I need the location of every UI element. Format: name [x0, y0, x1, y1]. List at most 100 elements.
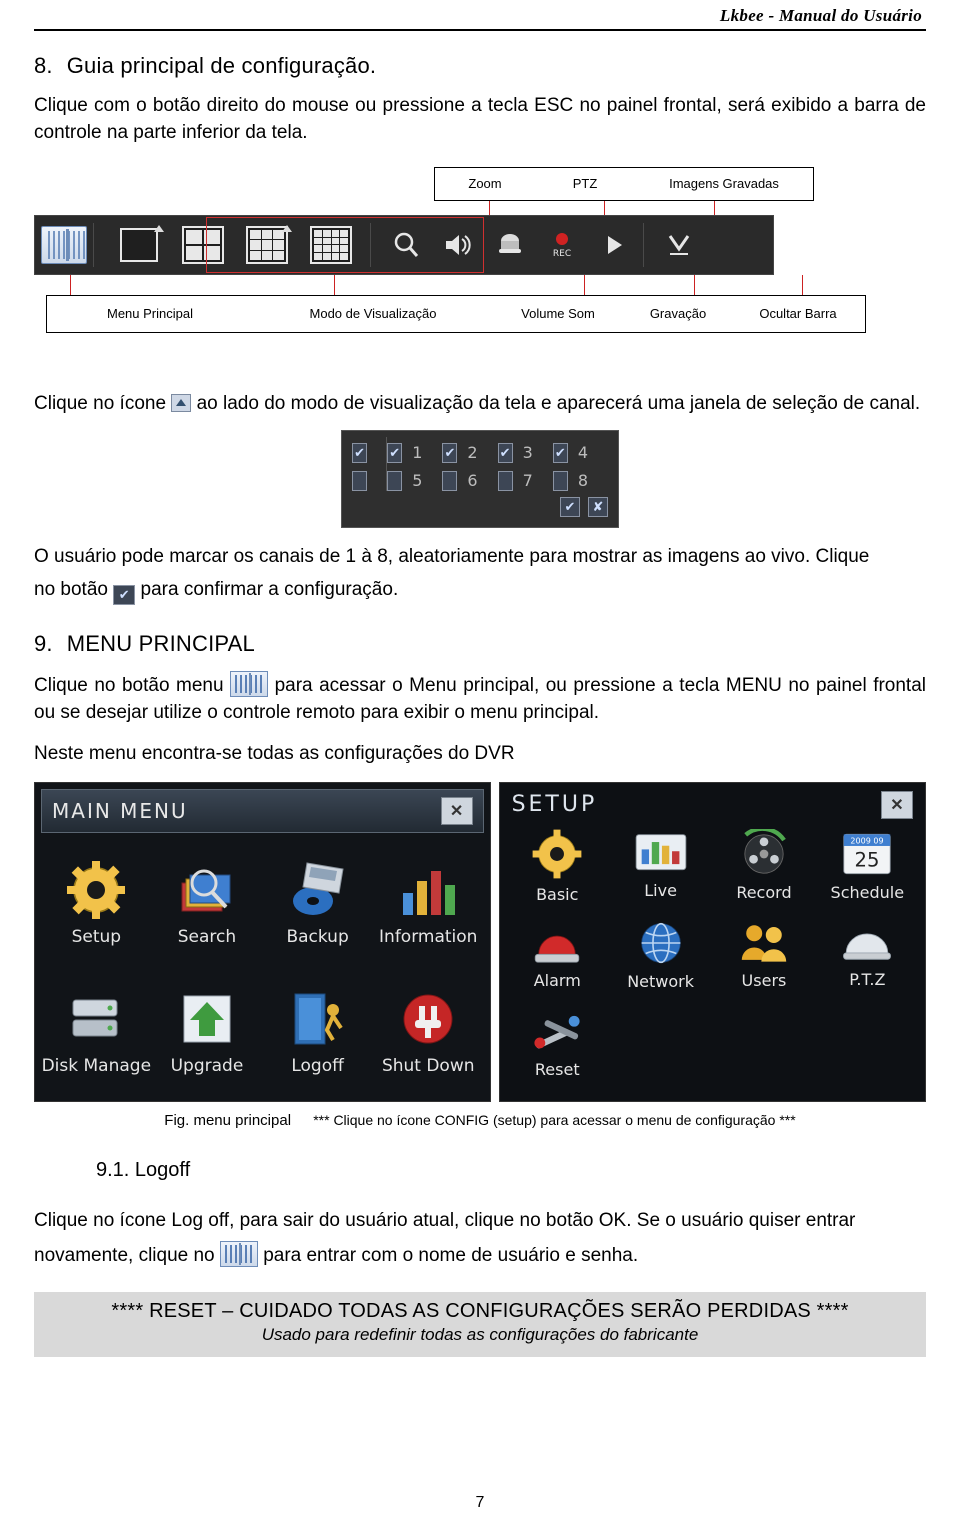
checkbox-ch5[interactable]: ✔ — [387, 470, 403, 491]
hide-bar-button[interactable] — [656, 223, 702, 267]
checkbox-ch4[interactable]: ✔ — [552, 442, 568, 463]
main-menu-title-bar: MAIN MENU ✕ — [41, 788, 484, 833]
confirm-button[interactable]: ✔ — [560, 496, 580, 517]
channel-label-8: 8 — [577, 471, 589, 491]
figure-caption-label: Fig. menu principal — [164, 1111, 292, 1129]
caret-up-icon[interactable] — [154, 224, 164, 232]
setup-item-record-label: Record — [736, 882, 792, 902]
channel-divider — [386, 436, 387, 491]
section-8-heading: 8. Guia principal de configuração. — [34, 53, 926, 79]
callout-recorded-images-label: Imagens Gravadas — [669, 176, 779, 192]
setup-item-alarm[interactable]: Alarm — [506, 910, 609, 999]
logoff-instruction-before: novamente, clique no — [34, 1244, 215, 1266]
setup-item-network-label: Network — [627, 972, 694, 992]
channel-label-7: 7 — [522, 471, 533, 491]
channel-label-4: 4 — [577, 443, 589, 463]
figure-caption: Fig. menu principal *** Clique no ícone … — [34, 1112, 926, 1129]
header-divider — [34, 29, 926, 31]
hide-bar-icon — [668, 235, 690, 255]
toolbar-bottom-callout: Menu Principal Modo de Visualização Volu… — [46, 294, 866, 333]
record-button[interactable]: REC — [539, 223, 585, 267]
setup-item-schedule-label: Schedule — [830, 882, 905, 902]
setup-item-live[interactable]: Live — [609, 821, 712, 910]
setup-item-schedule[interactable]: 2009 09 25 Schedule — [816, 821, 919, 910]
setup-item-users[interactable]: Users — [712, 910, 815, 999]
channel-label-6: 6 — [467, 471, 478, 491]
single-view-button[interactable] — [116, 223, 164, 267]
menu-item-shutdown[interactable]: Shut Down — [373, 968, 484, 1097]
cancel-button[interactable]: ✘ — [588, 496, 608, 517]
login-menu-icon[interactable] — [219, 1240, 258, 1267]
section-91-paragraph-line1: Clique no ícone Log off, para sair do us… — [34, 1209, 856, 1231]
checkbox-ch8[interactable]: ✔ — [552, 470, 568, 491]
checkbox-ch1[interactable]: ✔ — [387, 442, 403, 463]
playback-button[interactable] — [591, 223, 637, 267]
setup-item-ptz[interactable]: P.T.Z — [816, 910, 919, 999]
section-91-heading: 9.1. Logoff — [96, 1159, 926, 1182]
callout-ptz-label: PTZ — [572, 176, 598, 192]
channel-select-icon[interactable] — [171, 393, 192, 412]
section-8-title: Guia principal de configuração. — [66, 53, 377, 78]
bar-separator — [93, 222, 94, 267]
svg-text:25: 25 — [855, 848, 880, 871]
main-menu-button[interactable] — [41, 223, 88, 267]
channel-instruction-before: Clique no ícone — [34, 392, 167, 414]
menu-item-backup[interactable]: Backup — [262, 839, 373, 968]
menu-item-logoff[interactable]: Logoff — [262, 968, 373, 1097]
setup-close-icon[interactable]: ✕ — [881, 790, 913, 819]
checkbox-ch7[interactable]: ✔ — [497, 470, 513, 491]
setup-item-network[interactable]: Network — [609, 910, 712, 999]
confirm-before: no botão — [34, 578, 108, 600]
alarm-siren-icon — [535, 935, 580, 963]
checkbox-all[interactable]: ✔ — [352, 442, 368, 463]
tools-icon — [534, 1015, 580, 1049]
checkbox-ch6[interactable]: ✔ — [442, 470, 458, 491]
menu-button-icon[interactable] — [230, 670, 269, 697]
toolbar-figure: Zoom PTZ Imagens Gravadas REC Menu Princ… — [34, 166, 926, 387]
section-9-paragraph-1: Clique no botão menu para acessar o Menu… — [34, 670, 926, 727]
callout-record-label: Gravação — [649, 306, 707, 322]
users-icon — [741, 925, 787, 962]
hard-disk-icon — [65, 988, 127, 1050]
gear-icon-2 — [532, 829, 582, 879]
setup-item-record[interactable]: Record — [712, 821, 815, 910]
channel-select-dialog[interactable]: ✔ ✔ 1 ✔ 2 ✔ 3 ✔ 4 ✔ ✔ 5 ✔ 6 ✔ 7 ✔ 8 ✔ ✘ — [341, 429, 619, 528]
menu-item-setup[interactable]: Setup — [41, 839, 152, 968]
single-view-icon — [120, 227, 158, 262]
callout-zoom-label: Zoom — [468, 176, 502, 192]
main-menu-window[interactable]: MAIN MENU ✕ Setup Search Backup Informat… — [34, 781, 491, 1102]
setup-item-basic[interactable]: Basic — [506, 821, 609, 910]
setup-menu-window[interactable]: SETUP ✕ Basic Live Record 2009 09 25 Sch… — [498, 781, 926, 1102]
leader-line-volume — [584, 274, 585, 295]
menu-item-upgrade[interactable]: Upgrade — [152, 968, 263, 1097]
checkbox-ch2[interactable]: ✔ — [442, 442, 458, 463]
reset-warning-box: **** RESET – CUIDADO TODAS AS CONFIGURAÇ… — [34, 1291, 926, 1357]
menu-item-information[interactable]: Information — [373, 839, 484, 968]
main-menu-icon — [41, 225, 88, 264]
confirm-after: para confirmar a configuração. — [140, 578, 399, 600]
close-icon[interactable]: ✕ — [440, 796, 473, 825]
confirm-check-icon[interactable]: ✔ — [113, 584, 136, 605]
channel-row-2: ✔ ✔ 5 ✔ 6 ✔ 7 ✔ 8 — [352, 467, 608, 495]
setup-empty-cell-3 — [816, 999, 919, 1088]
bar-chart-icon — [397, 859, 459, 921]
menu-item-search[interactable]: Search — [152, 839, 263, 968]
setup-item-reset-label: Reset — [534, 1059, 580, 1079]
checkbox-ch3[interactable]: ✔ — [497, 442, 513, 463]
checkbox-none[interactable]: ✔ — [352, 470, 368, 491]
upload-arrow-icon — [176, 988, 238, 1050]
setup-empty-cell-2 — [712, 999, 815, 1088]
film-reel-icon — [744, 828, 786, 874]
setup-menu-header: SETUP ✕ — [506, 789, 919, 819]
figure-caption-note: *** Clique no ícone CONFIG (setup) para … — [313, 1111, 796, 1128]
leader-line-hide — [802, 274, 803, 295]
document-page: Lkbee - Manual do Usuário 8. Guia princip… — [0, 0, 960, 1526]
channel-dialog-actions: ✔ ✘ — [352, 496, 608, 517]
ptz-button[interactable] — [487, 223, 533, 267]
setup-item-reset[interactable]: Reset — [506, 999, 609, 1088]
bar-separator-3 — [643, 222, 644, 267]
channel-label-2: 2 — [467, 443, 478, 463]
menu-item-disk-manage[interactable]: Disk Manage — [41, 968, 152, 1097]
leader-line-view-mode — [334, 274, 335, 295]
leader-line-record — [694, 274, 695, 295]
